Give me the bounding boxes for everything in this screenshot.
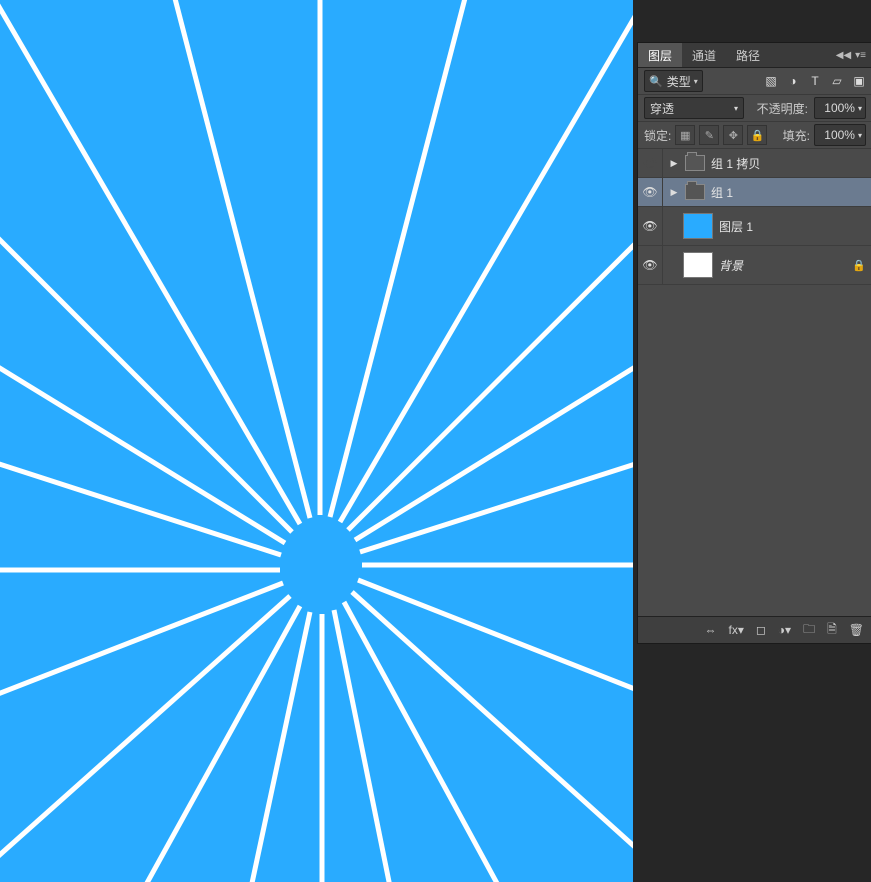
sunburst-artwork bbox=[0, 0, 633, 882]
blend-opacity-row: 穿透 ▾ 不透明度: 100% ▾ bbox=[638, 95, 871, 122]
disclosure-triangle-icon[interactable]: ▶ bbox=[669, 187, 679, 198]
layers-list: 👁 ▶ 组 1 拷贝 👁 ▶ 组 1 👁 图层 1 bbox=[638, 149, 871, 616]
tab-layers-label: 图层 bbox=[648, 47, 672, 64]
tab-layers[interactable]: 图层 bbox=[638, 43, 682, 67]
document-canvas[interactable] bbox=[0, 0, 633, 882]
chevron-down-icon: ▾ bbox=[694, 77, 698, 86]
new-layer-icon[interactable]: 🗎 bbox=[827, 620, 837, 641]
link-layers-icon[interactable]: ⇔ bbox=[704, 623, 716, 637]
panel-menu-icon[interactable]: ▾≡ bbox=[855, 50, 866, 61]
opacity-value: 100% bbox=[824, 101, 855, 115]
group-thumbnail-icon bbox=[685, 184, 705, 200]
group-thumbnail-icon bbox=[685, 155, 705, 171]
layers-panel-footer: ⇔ fx▾ ◻ ◑▾ 🗀 🗎 🗑 bbox=[638, 616, 871, 643]
fill-input[interactable]: 100% ▾ bbox=[814, 124, 866, 146]
lock-position-icon[interactable]: ✥ bbox=[723, 125, 743, 145]
layers-panel: 图层 通道 路径 ◀◀ ▾≡ 🔍 类型 ▾ bbox=[637, 42, 871, 644]
filter-smart-icon[interactable]: ▣ bbox=[852, 74, 866, 88]
lock-label: 锁定: bbox=[644, 127, 671, 144]
filter-type-icon[interactable]: T bbox=[808, 74, 822, 88]
lock-fill-row: 锁定: ▦ ✎ ✥ 🔒 填充: 100% ▾ bbox=[638, 122, 871, 149]
panel-header: 图层 通道 路径 ◀◀ ▾≡ bbox=[638, 43, 871, 68]
lock-all-icon[interactable]: 🔒 bbox=[747, 125, 767, 145]
visibility-toggle[interactable]: 👁 bbox=[638, 246, 663, 284]
chevron-down-icon: ▾ bbox=[858, 104, 862, 113]
tab-channels-label: 通道 bbox=[692, 47, 716, 64]
lock-icon[interactable]: 🔒 bbox=[852, 259, 866, 272]
chevron-down-icon: ▾ bbox=[858, 131, 862, 140]
panel-dock-empty bbox=[637, 644, 871, 882]
filter-kind-label: 类型 bbox=[667, 73, 691, 90]
layer-name[interactable]: 背景 bbox=[719, 257, 846, 274]
canvas-area bbox=[0, 0, 637, 882]
filter-adjust-icon[interactable]: ◑ bbox=[786, 74, 800, 88]
layer-row-layer-1[interactable]: 👁 图层 1 bbox=[638, 207, 871, 246]
visibility-toggle[interactable]: 👁 bbox=[638, 207, 663, 245]
lock-image-icon[interactable]: ✎ bbox=[699, 125, 719, 145]
filter-shape-icon[interactable]: ▱ bbox=[830, 74, 844, 88]
tab-channels[interactable]: 通道 bbox=[682, 43, 726, 67]
blend-mode-value: 穿透 bbox=[650, 100, 674, 117]
new-group-icon[interactable]: 🗀 bbox=[803, 620, 815, 641]
filter-kind-select[interactable]: 🔍 类型 ▾ bbox=[644, 70, 703, 92]
layer-thumbnail[interactable] bbox=[683, 213, 713, 239]
disclosure-triangle-icon[interactable]: ▶ bbox=[669, 158, 679, 169]
layer-row-group-1[interactable]: 👁 ▶ 组 1 bbox=[638, 178, 871, 207]
filter-pixel-icon[interactable]: ▧ bbox=[764, 74, 778, 88]
visibility-toggle[interactable]: 👁 bbox=[638, 149, 663, 177]
lock-transparent-icon[interactable]: ▦ bbox=[675, 125, 695, 145]
panel-dock-gap bbox=[637, 0, 871, 42]
search-icon: 🔍 bbox=[649, 75, 663, 88]
layer-filter-row: 🔍 类型 ▾ ▧ ◑ T ▱ ▣ bbox=[638, 68, 871, 95]
add-mask-icon[interactable]: ◻ bbox=[756, 623, 766, 637]
layer-name[interactable]: 组 1 bbox=[711, 184, 866, 201]
opacity-label: 不透明度: bbox=[757, 100, 808, 117]
tab-paths-label: 路径 bbox=[736, 47, 760, 64]
new-adjustment-icon[interactable]: ◑▾ bbox=[778, 623, 791, 637]
layer-thumbnail[interactable] bbox=[683, 252, 713, 278]
visibility-toggle[interactable]: 👁 bbox=[638, 178, 663, 206]
tab-paths[interactable]: 路径 bbox=[726, 43, 770, 67]
collapse-left-icon[interactable]: ◀◀ bbox=[836, 50, 851, 61]
chevron-down-icon: ▾ bbox=[734, 104, 738, 113]
delete-layer-icon[interactable]: 🗑 bbox=[849, 623, 864, 637]
layer-name[interactable]: 图层 1 bbox=[719, 218, 866, 235]
layer-row-group-copy[interactable]: 👁 ▶ 组 1 拷贝 bbox=[638, 149, 871, 178]
layer-row-background[interactable]: 👁 背景 🔒 bbox=[638, 246, 871, 285]
fill-value: 100% bbox=[824, 128, 855, 142]
opacity-input[interactable]: 100% ▾ bbox=[814, 97, 866, 119]
blend-mode-select[interactable]: 穿透 ▾ bbox=[644, 97, 744, 119]
layer-fx-icon[interactable]: fx▾ bbox=[728, 623, 743, 637]
layer-name[interactable]: 组 1 拷贝 bbox=[711, 155, 866, 172]
fill-label: 填充: bbox=[783, 127, 810, 144]
